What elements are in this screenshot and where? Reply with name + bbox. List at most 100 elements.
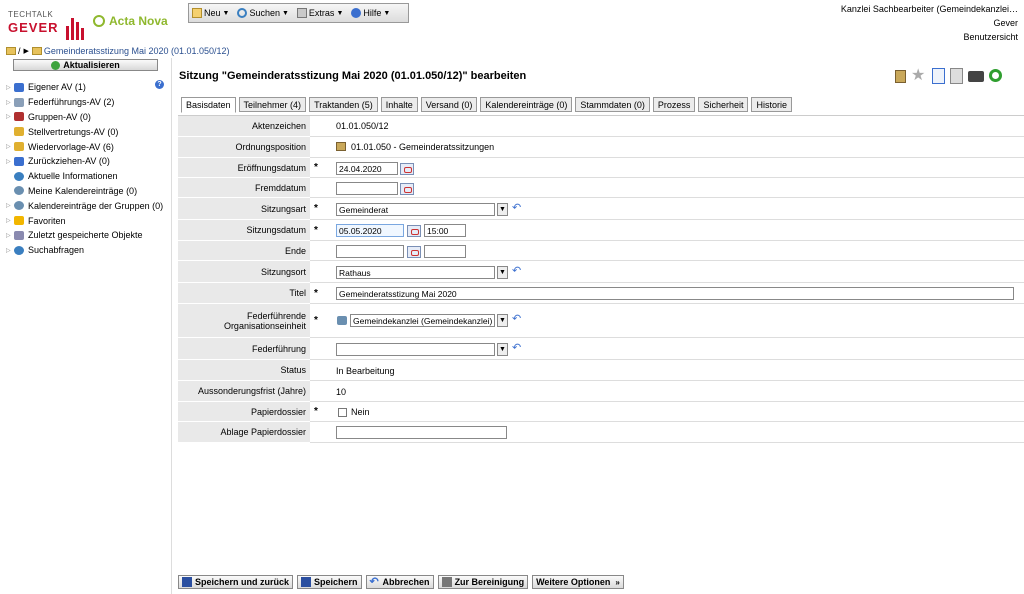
sitzungszeit-input[interactable]: 15:00	[424, 224, 466, 237]
sidebar-item-favoriten[interactable]: ▷ Favoriten	[6, 213, 163, 228]
user-name[interactable]: Kanzlei Sachbearbeiter (Gemeindekanzlei…	[841, 4, 1018, 14]
sidebar-item-kalendereintraege-gruppen[interactable]: ▷ Kalendereinträge der Gruppen (0)	[6, 198, 163, 213]
sidebar-item-zurueckziehen-av[interactable]: ▷ Zurückziehen-AV (0)	[6, 154, 163, 169]
titel-input[interactable]: Gemeinderatsstizung Mai 2020	[336, 287, 1014, 300]
dropdown-arrow-icon[interactable]: ▼	[497, 266, 508, 279]
acta-nova-logo: Acta Nova	[93, 14, 168, 28]
chevron-down-icon: »	[615, 577, 620, 587]
dropdown-arrow-icon[interactable]: ▼	[497, 314, 508, 327]
sidebar-item-wiedervorlage-av[interactable]: ▷ Wiedervorlage-AV (6)	[6, 139, 163, 154]
required-marker: *	[314, 225, 318, 236]
copy-icon[interactable]	[950, 68, 963, 84]
favorite-star-icon[interactable]: ★	[911, 68, 927, 84]
expand-icon[interactable]: ▷	[6, 113, 14, 120]
dropdown-arrow-icon[interactable]: ▼	[497, 203, 508, 216]
ordnungsposition-value[interactable]: 01.01.050 - Gemeinderatssitzungen	[351, 142, 494, 152]
expand-icon[interactable]: ▷	[6, 143, 14, 150]
row-fremddatum: Fremddatum	[178, 178, 1024, 198]
menu-hilfe[interactable]: Hilfe ▼	[351, 8, 390, 18]
row-sitzungsart: Sitzungsart * Gemeinderat ▼ ↶	[178, 198, 1024, 220]
save-and-back-button[interactable]: Speichern und zurück	[178, 575, 294, 589]
calendar-icon[interactable]	[400, 163, 414, 175]
ablage-papierdossier-input[interactable]	[336, 426, 507, 439]
reset-icon[interactable]: ↶	[512, 203, 522, 214]
refresh-button[interactable]: Aktualisieren	[13, 59, 158, 71]
eroeffnungsdatum-input[interactable]: 24.04.2020	[336, 162, 398, 175]
acta-nova-icon	[93, 15, 105, 27]
search-icon	[14, 245, 24, 255]
papierdossier-checkbox[interactable]	[338, 408, 347, 417]
sidebar-item-zuletzt-gespeichert[interactable]: ▷ Zuletzt gespeicherte Objekte	[6, 228, 163, 243]
globe-icon	[14, 171, 24, 181]
bottom-action-bar: Speichern und zurück Speichern ↶ Abbreche…	[178, 575, 628, 589]
refresh-page-icon[interactable]	[989, 69, 1002, 82]
calendar-icon[interactable]	[407, 246, 421, 258]
tab-kalendereintraege[interactable]: Kalendereinträge (0)	[480, 97, 573, 112]
tab-versand[interactable]: Versand (0)	[420, 97, 478, 112]
tab-traktanden[interactable]: Traktanden (5)	[309, 97, 378, 112]
tab-stammdaten[interactable]: Stammdaten (0)	[575, 97, 650, 112]
expand-icon[interactable]: ▷	[6, 247, 14, 254]
sitzungsort-select[interactable]: Rathaus	[336, 266, 495, 279]
menu-extras[interactable]: Extras ▼	[296, 8, 343, 18]
sidebar-item-aktuelle-informationen[interactable]: Aktuelle Informationen	[6, 169, 163, 184]
required-marker: *	[314, 406, 318, 417]
fremddatum-input[interactable]	[336, 182, 398, 195]
print-icon[interactable]	[968, 71, 984, 82]
breadcrumb-current[interactable]: Gemeinderatsstizung Mai 2020 (01.01.050/…	[44, 46, 230, 56]
sitzungsdatum-input[interactable]: 05.05.2020	[336, 224, 404, 237]
ende-date-input[interactable]	[336, 245, 404, 258]
calendar-icon[interactable]	[400, 183, 414, 195]
user-view[interactable]: Benutzersicht	[963, 32, 1018, 42]
cleanup-icon	[441, 577, 452, 587]
sidebar-item-meine-kalendereintraege[interactable]: Meine Kalendereinträge (0)	[6, 184, 163, 199]
user-tenant: Gever	[993, 18, 1018, 28]
expand-icon[interactable]: ▷	[6, 232, 14, 239]
cleanup-button[interactable]: Zur Bereinigung	[437, 575, 529, 589]
federfuehrende-oe-select[interactable]: Gemeindekanzlei (Gemeindekanzlei)	[350, 314, 495, 327]
user-av-icon	[14, 82, 24, 92]
cancel-button[interactable]: ↶ Abbrechen	[365, 575, 434, 589]
sidebar-item-gruppen-av[interactable]: ▷ Gruppen-AV (0)	[6, 110, 163, 125]
tab-historie[interactable]: Historie	[751, 97, 792, 112]
menu-neu[interactable]: Neu ▼	[192, 8, 229, 18]
clipboard-icon[interactable]	[895, 70, 906, 83]
tab-prozess[interactable]: Prozess	[652, 97, 696, 112]
menu-suchen[interactable]: Suchen ▼	[237, 8, 289, 18]
breadcrumb-root[interactable]: /	[18, 46, 21, 56]
reset-icon[interactable]: ↶	[512, 343, 522, 354]
row-ablage-papierdossier: Ablage Papierdossier	[178, 422, 1024, 443]
tab-teilnehmer[interactable]: Teilnehmer (4)	[238, 97, 307, 112]
help-icon	[351, 8, 362, 18]
sitzungsart-select[interactable]: Gemeinderat	[336, 203, 495, 216]
sidebar-item-federfuehrungs-av[interactable]: ▷ Federführungs-AV (2)	[6, 95, 163, 110]
reset-icon[interactable]: ↶	[512, 266, 522, 277]
federfuehrung-select[interactable]	[336, 343, 495, 356]
save-button[interactable]: Speichern	[297, 575, 362, 589]
folder-open-icon	[31, 47, 42, 55]
reset-icon[interactable]: ↶	[512, 314, 522, 325]
sidebar-item-eigener-av[interactable]: ▷ Eigener AV (1)	[6, 80, 163, 95]
sidebar-item-suchabfragen[interactable]: ▷ Suchabfragen	[6, 243, 163, 258]
expand-icon[interactable]: ▷	[6, 99, 14, 106]
tab-sicherheit[interactable]: Sicherheit	[698, 97, 749, 112]
expand-icon[interactable]: ▷	[6, 84, 14, 91]
expand-icon[interactable]: ▷	[6, 217, 14, 224]
row-eroeffnungsdatum: Eröffnungsdatum * 24.04.2020	[178, 158, 1024, 178]
row-sitzungsort: Sitzungsort Rathaus ▼ ↶	[178, 261, 1024, 283]
search-icon	[237, 8, 248, 18]
dropdown-arrow-icon[interactable]: ▼	[497, 343, 508, 356]
expand-icon[interactable]: ▷	[6, 202, 14, 209]
calendar-icon[interactable]	[407, 225, 421, 237]
ende-time-input[interactable]	[424, 245, 466, 258]
tab-basisdaten[interactable]: Basisdaten	[181, 97, 236, 113]
pdf-document-icon[interactable]	[932, 68, 945, 84]
tab-inhalte[interactable]: Inhalte	[380, 97, 418, 112]
row-status: Status In Bearbeitung	[178, 360, 1024, 381]
more-options-button[interactable]: Weitere Optionen»	[532, 575, 624, 589]
required-marker: *	[314, 288, 318, 299]
dossier-icon	[336, 142, 346, 151]
sidebar-item-stellvertretungs-av[interactable]: Stellvertretungs-AV (0)	[6, 124, 163, 139]
expand-icon[interactable]: ▷	[6, 158, 14, 165]
row-federfuehrung: Federführung ▼ ↶	[178, 338, 1024, 360]
